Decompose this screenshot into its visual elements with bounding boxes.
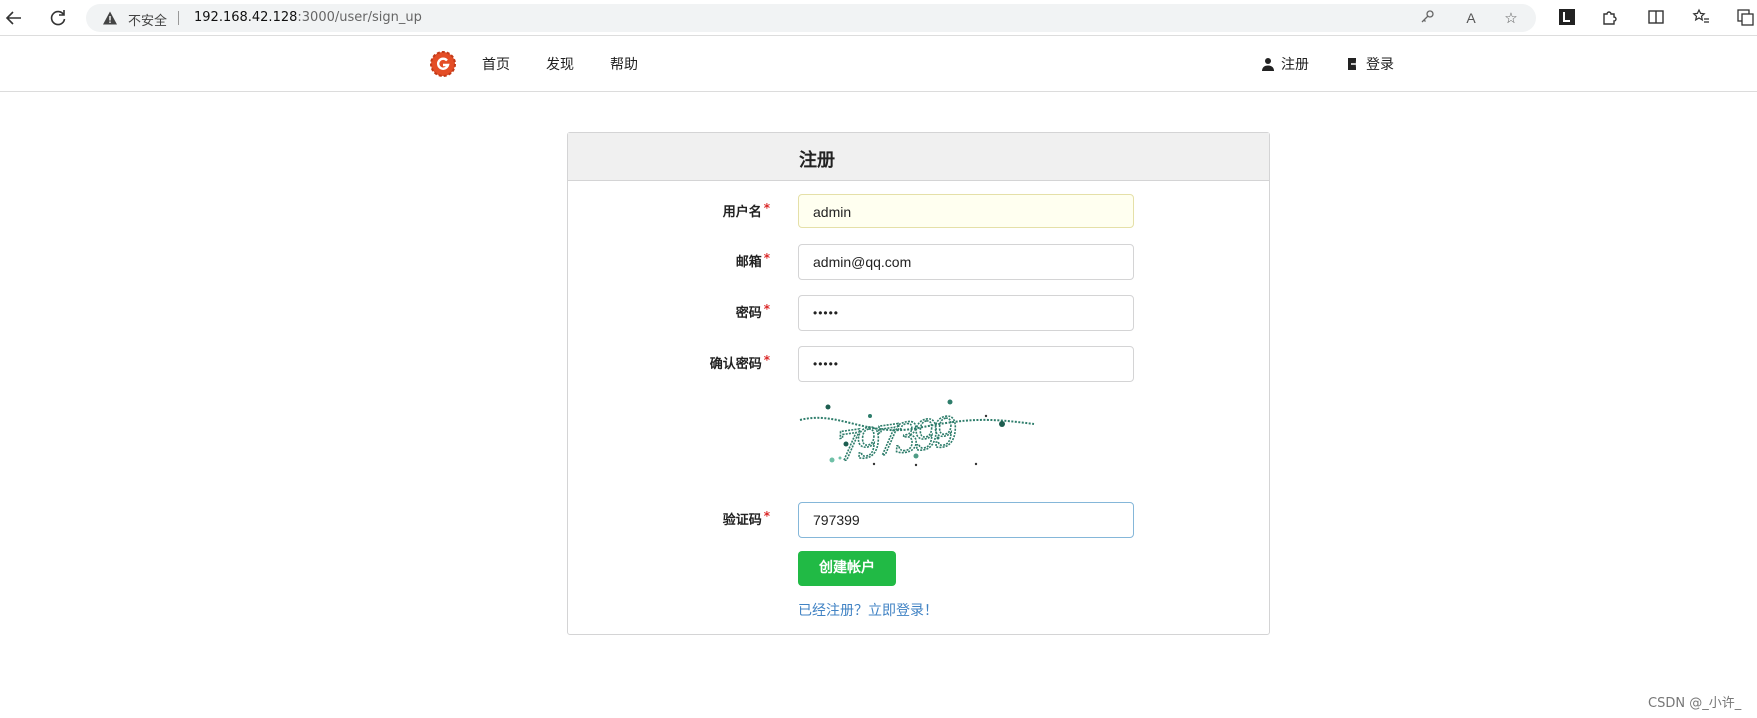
extension-icon[interactable] bbox=[1557, 8, 1577, 28]
captcha-text: 797399 bbox=[833, 409, 960, 472]
required-mark: * bbox=[763, 353, 770, 367]
read-aloud-icon[interactable]: A bbox=[1462, 9, 1480, 27]
signup-card: 注册 用户名 * admin 邮箱 * admin@qq.com 密码 * •••••… bbox=[567, 132, 1270, 635]
top-navigation: 首页 发现 帮助 注册 登录 bbox=[0, 36, 1757, 92]
browser-toolbar: 不安全 192.168.42.128:3000/user/sign_up A ☆ bbox=[0, 0, 1757, 36]
captcha-input[interactable]: 797399 bbox=[798, 502, 1134, 538]
collections-icon[interactable] bbox=[1735, 8, 1755, 28]
nav-help[interactable]: 帮助 bbox=[610, 54, 638, 74]
favorite-star-icon[interactable]: ☆ bbox=[1502, 9, 1520, 27]
card-header: 注册 bbox=[568, 133, 1269, 181]
nav-register-label: 注册 bbox=[1281, 57, 1309, 73]
nav-home[interactable]: 首页 bbox=[482, 54, 510, 74]
email-label-text: 邮箱 bbox=[735, 255, 762, 270]
security-label[interactable]: 不安全 bbox=[128, 10, 167, 29]
captcha-label: 验证码 * bbox=[630, 509, 770, 528]
sign-in-icon bbox=[1348, 58, 1360, 70]
key-icon[interactable] bbox=[1418, 9, 1436, 27]
url-path: :3000/user/sign_up bbox=[297, 10, 422, 25]
warning-icon[interactable] bbox=[102, 10, 118, 26]
confirm-password-label-text: 确认密码 bbox=[709, 357, 762, 372]
required-mark: * bbox=[763, 302, 770, 316]
required-mark: * bbox=[763, 251, 770, 265]
nav-explore[interactable]: 发现 bbox=[546, 54, 574, 74]
watermark: CSDN @_小许_ bbox=[1648, 696, 1742, 711]
split-screen-icon[interactable] bbox=[1646, 8, 1666, 28]
favorites-icon[interactable] bbox=[1691, 8, 1711, 28]
url-text[interactable]: 192.168.42.128:3000/user/sign_up bbox=[194, 10, 422, 25]
form-title: 注册 bbox=[799, 150, 835, 171]
username-label: 用户名 * bbox=[630, 201, 770, 220]
nav-login[interactable]: 登录 bbox=[1346, 54, 1394, 74]
nav-login-label: 登录 bbox=[1366, 57, 1394, 73]
required-mark: * bbox=[763, 509, 770, 523]
reload-icon[interactable] bbox=[48, 8, 68, 28]
puzzle-extensions-icon[interactable] bbox=[1600, 8, 1620, 28]
username-label-text: 用户名 bbox=[722, 205, 762, 220]
email-label: 邮箱 * bbox=[630, 251, 770, 270]
captcha-image[interactable]: 797399 bbox=[798, 398, 1038, 473]
confirm-password-input[interactable]: ••••• bbox=[798, 346, 1134, 382]
confirm-password-label: 确认密码 * bbox=[630, 353, 770, 372]
create-account-button[interactable]: 创建帐户 bbox=[798, 551, 896, 586]
captcha-label-text: 验证码 bbox=[722, 513, 762, 528]
username-input[interactable]: admin bbox=[798, 194, 1134, 228]
back-icon[interactable] bbox=[4, 8, 24, 28]
email-input[interactable]: admin@qq.com bbox=[798, 244, 1134, 280]
signin-link[interactable]: 已经注册？立即登录！ bbox=[798, 600, 938, 620]
password-label-text: 密码 bbox=[735, 306, 762, 321]
password-label: 密码 * bbox=[630, 302, 770, 321]
divider bbox=[178, 11, 179, 25]
required-mark: * bbox=[763, 201, 770, 215]
gogs-logo-icon[interactable] bbox=[430, 51, 456, 77]
user-icon bbox=[1262, 58, 1274, 71]
address-bar[interactable]: 不安全 192.168.42.128:3000/user/sign_up A ☆ bbox=[86, 4, 1536, 32]
nav-register[interactable]: 注册 bbox=[1261, 54, 1309, 74]
password-input[interactable]: ••••• bbox=[798, 295, 1134, 331]
url-host: 192.168.42.128 bbox=[194, 10, 298, 25]
